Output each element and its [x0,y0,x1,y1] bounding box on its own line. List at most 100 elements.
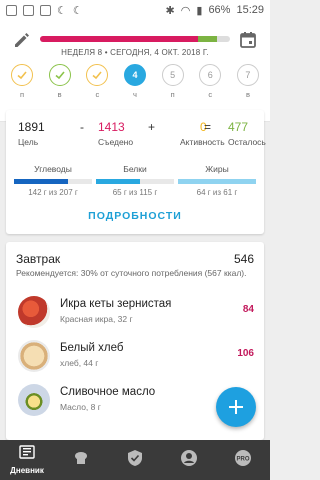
checkmark-icon [11,64,33,86]
eaten-label: Съедено [98,137,134,147]
macro-value: 64 г из 61 г [196,188,238,197]
food-name: Сливочное масло [60,386,156,398]
notification-icons: ☾ ☾ [6,4,83,17]
nav-item-pro[interactable]: PRO [216,440,270,480]
macro-name: Белки [123,164,147,174]
notification-icon [6,4,17,16]
pro-icon: PRO [234,449,252,472]
macro-value: 142 г из 207 г [28,188,78,197]
food-portion: Красная икра, 32 г [60,314,133,324]
remaining-block: 477 Осталось [228,120,266,147]
moon-icon: ☾ [57,4,67,17]
remaining-label: Осталось [228,137,266,147]
calendar-button[interactable] [238,30,258,50]
eaten-block: 1413 Съедено [98,120,133,147]
edit-button[interactable] [12,30,32,50]
day-label: в [245,90,250,99]
week-date-label: НЕДЕЛЯ 8 • СЕГОДНЯ, 4 ОКТ. 2018 Г. [61,48,209,57]
macro-item: Белки 65 г из 115 г [96,164,174,197]
bottom-navigation: Дневник PRO [0,440,270,480]
nav-item-profile[interactable] [162,440,216,480]
macro-value: 65 г из 115 г [112,188,158,197]
remaining-value: 477 [228,120,249,134]
progress-remaining-segment [198,36,217,42]
day-label: в [57,90,62,99]
macro-bar-fill [14,179,68,184]
day-label: ч [133,90,137,99]
butter-image [18,384,50,416]
food-name: Икра кеты зернистая [60,298,172,310]
details-button[interactable]: ПОДРОБНОСТИ [6,210,264,222]
diary-icon [19,445,35,464]
pencil-icon [15,33,29,47]
food-calories: 84 [242,304,254,315]
day-header: НЕДЕЛЯ 8 • СЕГОДНЯ, 4 ОКТ. 2018 Г. пвс4ч… [0,20,270,122]
goal-label: Цель [18,137,39,147]
nav-item-shield[interactable] [108,440,162,480]
food-calories: 106 [237,348,254,359]
macro-name: Углеводы [34,164,72,174]
activity-block: 0 Активность [180,120,225,147]
system-icons: ✱ ◠ ▮ 66% 15:29 [166,4,264,17]
shield-icon [127,449,143,472]
wifi-icon: ◠ [180,4,191,17]
macro-item: Углеводы 142 г из 207 г [14,164,92,197]
day-label: с [208,90,213,99]
moon-icon: ☾ [72,4,83,17]
clock: 15:29 [236,4,264,16]
calorie-summary-card: 1891 Цель - 1413 Съедено + 0 Активность … [6,110,266,234]
calorie-equation: 1891 Цель - 1413 Съедено + 0 Активность … [6,120,266,150]
profile-icon [180,449,198,472]
macro-bar [96,179,174,184]
week-day-selector: пвс4ч5п6с7в [8,64,262,99]
add-food-button[interactable] [216,387,256,427]
food-portion: хлеб, 44 г [60,358,99,368]
day-number: 4 [123,64,146,86]
day-item[interactable]: 5п [159,64,187,99]
nav-item-diary[interactable]: Дневник [0,440,54,480]
minus-sign: - [80,120,84,134]
day-item[interactable]: 7в [234,64,262,99]
day-item[interactable]: 4ч [121,64,149,99]
nav-item-recipes[interactable] [54,440,108,480]
status-bar: ☾ ☾ ✱ ◠ ▮ 66% 15:29 [0,0,270,20]
macro-bar-fill [178,179,256,184]
notification-icon [23,4,34,16]
day-label: п [19,90,25,99]
day-item[interactable]: п [8,64,36,99]
macro-item: Жиры 64 г из 61 г [178,164,256,197]
goal-value: 1891 [18,120,45,134]
day-item[interactable]: в [46,64,74,99]
plus-icon [229,400,243,414]
bluetooth-icon: ✱ [165,4,175,17]
day-item[interactable]: 6с [196,64,224,99]
calendar-icon [240,32,256,48]
food-item[interactable]: Белый хлеб хлеб, 44 г 106 [6,336,264,380]
nav-label: Дневник [10,466,44,475]
macro-bar [14,179,92,184]
macro-bar [178,179,256,184]
day-number: 6 [199,64,222,86]
checkmark-icon [86,64,109,86]
meal-recommendation: Рекомендуется: 30% от суточного потребле… [16,268,247,278]
food-item[interactable]: Икра кеты зернистая Красная икра, 32 г 84 [6,292,264,336]
goal-block: 1891 Цель [18,120,45,147]
day-number: 5 [161,64,184,86]
meal-title: Завтрак [16,252,61,266]
signal-icon: ▮ [196,4,203,17]
day-item[interactable]: с [83,64,111,99]
battery-level: 66% [208,4,231,16]
macro-bar-fill [96,179,140,184]
food-portion: Масло, 8 г [60,402,101,412]
svg-text:PRO: PRO [236,456,249,462]
notification-icon [40,4,51,16]
daily-progress-bar [40,36,230,42]
recipes-icon [72,450,90,471]
day-label: с [95,90,100,99]
equals-sign: = [204,120,212,134]
checkmark-icon [48,64,71,86]
progress-eaten-segment [40,36,198,42]
white-bread-image [18,340,50,372]
eaten-value: 1413 [98,120,125,134]
day-label: п [170,90,175,99]
